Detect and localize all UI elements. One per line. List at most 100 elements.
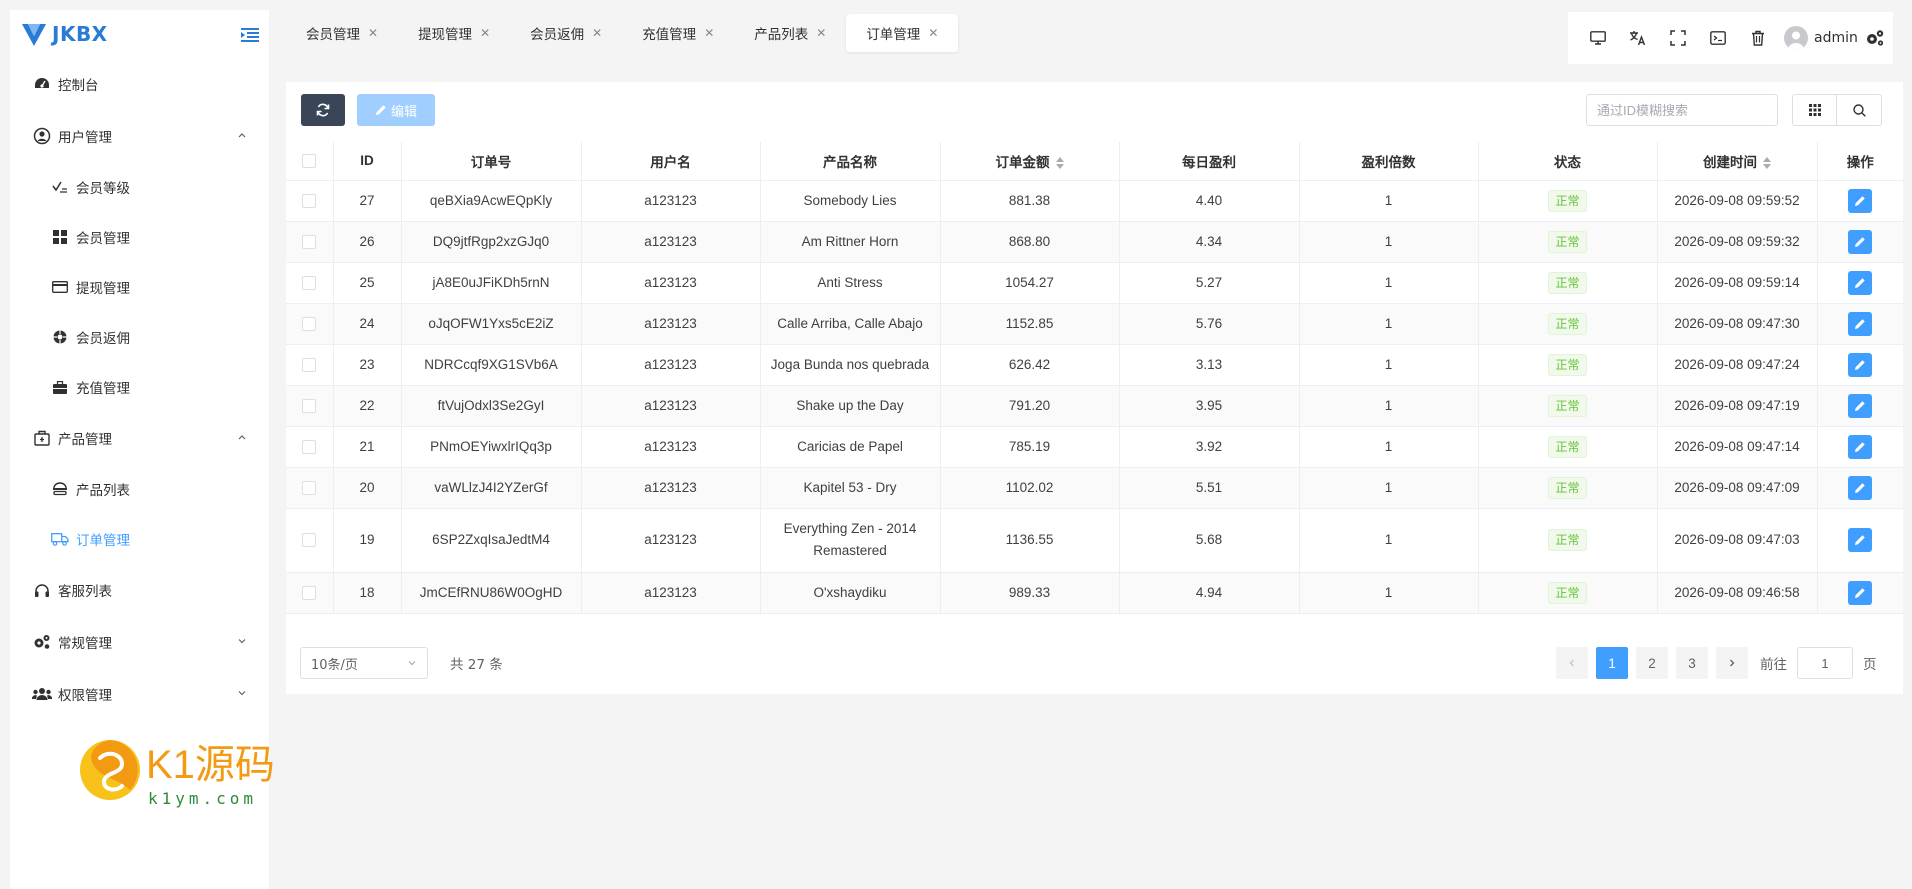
sidebar-item-commission[interactable]: 会员返佣 [10,312,269,362]
sidebar-item-withdraw[interactable]: 提现管理 [10,262,269,312]
cell-username: a123123 [581,467,761,509]
monitor-button[interactable] [1578,18,1618,58]
cell-id: 22 [333,385,402,427]
goto-page-input[interactable] [1797,647,1853,679]
sidebar-item-recharge[interactable]: 充值管理 [10,362,269,412]
row-checkbox[interactable] [302,234,317,249]
row-edit-button[interactable] [1848,393,1873,418]
row-checkbox[interactable] [302,193,317,208]
row-checkbox[interactable] [302,398,317,413]
select-all-checkbox[interactable] [302,154,317,169]
row-checkbox[interactable] [302,316,317,331]
sidebar-item-general-management[interactable]: 常规管理 [10,616,269,668]
sidebar-item-user-management[interactable]: 用户管理 [10,110,269,162]
cell-product: Anti Stress [760,262,941,304]
translate-button[interactable] [1618,18,1658,58]
row-checkbox[interactable] [302,439,317,454]
close-icon[interactable]: ✕ [816,26,826,40]
columns-button[interactable] [1792,94,1837,126]
menu-toggle-icon[interactable] [241,27,259,43]
sidebar-item-product-management[interactable]: 产品管理 [10,412,269,464]
column-header-created[interactable]: 创建时间 [1657,142,1818,181]
cell-username: a123123 [581,221,761,263]
user-icon [32,126,52,146]
row-edit-button[interactable] [1848,229,1873,254]
row-edit-button[interactable] [1848,528,1873,552]
sidebar-item-dashboard[interactable]: 控制台 [10,58,269,110]
row-edit-button[interactable] [1848,434,1873,459]
table-row[interactable]: 22 ftVujOdxl3Se2GyI a123123 Shake up the Da… [286,385,1903,427]
row-edit-button[interactable] [1848,311,1873,336]
table-toolbar: 编辑 [301,94,435,126]
cell-product: Everything Zen - 2014 Remastered [760,508,941,573]
row-select-cell [286,262,334,304]
sort-icon[interactable] [1055,157,1064,170]
tab-member-commission[interactable]: 会员返佣 ✕ [510,14,622,52]
row-edit-button[interactable] [1848,580,1873,605]
prev-page-button[interactable] [1556,647,1588,679]
sidebar-item-member-management[interactable]: 会员管理 [10,212,269,262]
sidebar-item-customer-service[interactable]: 客服列表 [10,564,269,616]
row-select-cell [286,572,334,614]
close-icon[interactable]: ✕ [704,26,714,40]
page-button-3[interactable]: 3 [1676,647,1708,679]
user-menu[interactable]: admin [1784,26,1858,50]
search-button[interactable] [1837,94,1882,126]
table-row[interactable]: 19 6SP2ZxqIsaJedtM4 a123123 Everything Zen … [286,508,1903,573]
cell-order-no: NDRCcqf9XG1SVb6A [401,344,582,386]
tab-withdraw-management[interactable]: 提现管理 ✕ [398,14,510,52]
table-row[interactable]: 24 oJqOFW1Yxs5cE2iZ a123123 Calle Arriba, C… [286,303,1903,345]
table-row[interactable]: 18 JmCEfRNU86W0OgHD a123123 O'xshaydiku 989.… [286,572,1903,614]
table-row[interactable]: 25 jA8E0uJFiKDh5rnN a123123 Anti Stress 1054… [286,262,1903,304]
avatar [1784,26,1808,50]
close-icon[interactable]: ✕ [928,26,938,40]
terminal-button[interactable] [1698,18,1738,58]
sidebar-item-member-level[interactable]: 会员等级 [10,162,269,212]
settings-button[interactable] [1861,24,1889,52]
row-checkbox[interactable] [302,357,317,372]
header-tools: admin [1568,12,1893,64]
row-edit-button[interactable] [1848,270,1873,295]
close-icon[interactable]: ✕ [592,26,602,40]
tab-product-list[interactable]: 产品列表 ✕ [734,14,846,52]
next-page-button[interactable] [1716,647,1748,679]
column-header-label: 创建时间 [1703,154,1757,170]
refresh-button[interactable] [301,94,345,126]
cell-id: 20 [333,467,402,509]
sidebar-item-product-list[interactable]: 产品列表 [10,464,269,514]
tab-member-management[interactable]: 会员管理 ✕ [286,14,398,52]
row-select-cell [286,508,334,573]
fullscreen-button[interactable] [1658,18,1698,58]
sort-icon[interactable] [1763,157,1771,170]
cell-status: 正常 [1478,426,1658,468]
page-size-select[interactable]: 10条/页 [300,647,428,679]
goto-page: 前往 页 [1760,647,1877,679]
table-row[interactable]: 23 NDRCcqf9XG1SVb6A a123123 Joga Bunda nos … [286,344,1903,386]
row-edit-button[interactable] [1848,352,1873,377]
cell-actions [1817,262,1903,304]
page-button-2[interactable]: 2 [1636,647,1668,679]
sidebar-item-permission-management[interactable]: 权限管理 [10,668,269,720]
tab-order-management[interactable]: 订单管理 ✕ [846,14,959,52]
table-row[interactable]: 20 vaWLlzJ4I2YZerGf a123123 Kapitel 53 - Dr… [286,467,1903,509]
row-checkbox[interactable] [302,480,317,495]
cell-order-no: vaWLlzJ4I2YZerGf [401,467,582,509]
search-input[interactable] [1586,94,1778,126]
row-checkbox[interactable] [302,275,317,290]
logo[interactable]: JKBX [10,10,269,58]
table-row[interactable]: 26 DQ9jtfRgp2xzGJq0 a123123 Am Rittner Horn… [286,221,1903,263]
sidebar-item-order-management[interactable]: 订单管理 [10,514,269,564]
table-row[interactable]: 21 PNmOEYiwxlrIQq3p a123123 Caricias de Pap… [286,426,1903,468]
clear-cache-button[interactable] [1738,18,1778,58]
close-icon[interactable]: ✕ [368,26,378,40]
column-header-amount[interactable]: 订单金额 [940,142,1120,181]
row-checkbox[interactable] [302,533,317,548]
table-row[interactable]: 27 qeBXia9AcwEQpKly a123123 Somebody Lies 88… [286,180,1903,222]
row-edit-button[interactable] [1848,475,1873,500]
edit-button[interactable]: 编辑 [357,94,435,126]
tab-recharge-management[interactable]: 充值管理 ✕ [622,14,734,52]
close-icon[interactable]: ✕ [480,26,490,40]
row-checkbox[interactable] [302,585,317,600]
page-button-1[interactable]: 1 [1596,647,1628,679]
row-edit-button[interactable] [1848,188,1873,213]
